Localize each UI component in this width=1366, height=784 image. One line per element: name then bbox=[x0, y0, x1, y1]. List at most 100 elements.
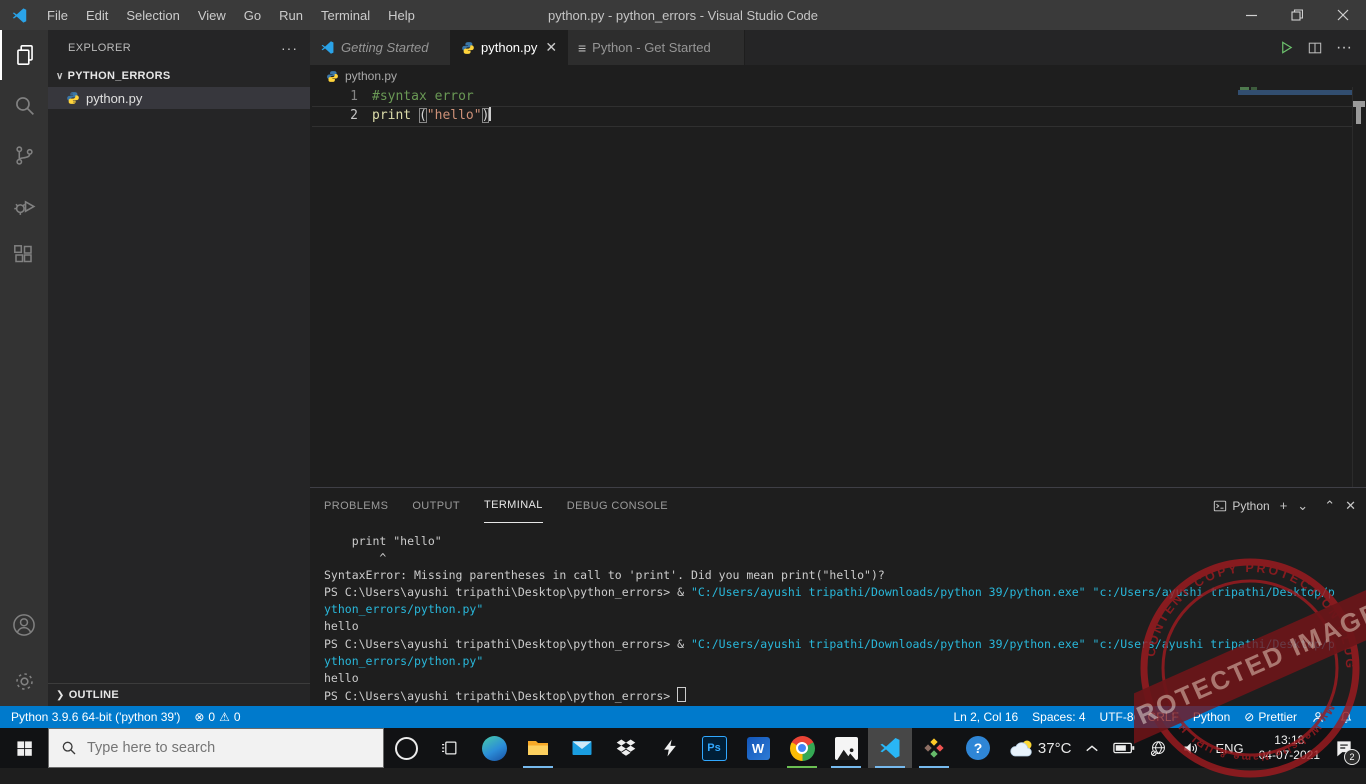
word-button[interactable]: W bbox=[736, 728, 780, 768]
search-icon bbox=[62, 741, 76, 755]
code-string: "hello" bbox=[426, 108, 482, 123]
vscode-logo-icon bbox=[880, 738, 900, 758]
notifications-bell-icon[interactable] bbox=[1332, 710, 1360, 724]
eol-status[interactable]: CRLF bbox=[1141, 710, 1186, 724]
menu-run[interactable]: Run bbox=[270, 8, 312, 23]
tab-python-py[interactable]: python.py ✕ bbox=[451, 30, 568, 65]
vscode-taskbar-button[interactable] bbox=[868, 728, 912, 768]
explorer-more-actions[interactable]: ··· bbox=[281, 40, 298, 56]
show-hidden-icons-chevron[interactable] bbox=[1078, 728, 1106, 768]
run-python-file-button[interactable] bbox=[1279, 40, 1294, 55]
more-actions-icon[interactable]: ··· bbox=[1336, 39, 1352, 57]
menu-bar: File Edit Selection View Go Run Terminal… bbox=[38, 8, 424, 23]
menu-help[interactable]: Help bbox=[379, 8, 424, 23]
code-line-1: 1 #syntax error bbox=[310, 87, 1366, 106]
explorer-icon[interactable] bbox=[0, 30, 48, 80]
cortana-icon bbox=[394, 736, 418, 760]
weather-widget[interactable]: 37°C bbox=[1001, 728, 1079, 768]
explorer-sidebar: EXPLORER ··· ∨ PYTHON_ERRORS python.py ❯… bbox=[48, 30, 310, 706]
close-tab-icon[interactable]: ✕ bbox=[545, 39, 557, 56]
photoshop-icon: Ps bbox=[701, 735, 727, 761]
problems-status[interactable]: ⊗ 0 ⚠ 0 bbox=[187, 710, 247, 724]
cloud-icon bbox=[1010, 740, 1032, 757]
code-editor[interactable]: 1 #syntax error 2 print ("hello") bbox=[310, 87, 1366, 487]
open-paren: ( bbox=[418, 108, 427, 123]
terminal-line: ython_errors/python.py" bbox=[324, 653, 484, 668]
terminal-icon bbox=[1214, 500, 1227, 511]
menu-go[interactable]: Go bbox=[235, 8, 270, 23]
terminal-line: PS C:\Users\ayushi tripathi\Desktop\pyth… bbox=[324, 686, 1362, 704]
taskbar-search-box[interactable] bbox=[48, 728, 384, 768]
run-debug-icon[interactable] bbox=[0, 180, 48, 230]
restore-button[interactable] bbox=[1274, 0, 1320, 30]
network-globe-icon[interactable] bbox=[1142, 728, 1175, 768]
volume-icon[interactable] bbox=[1175, 728, 1208, 768]
menu-file[interactable]: File bbox=[38, 8, 77, 23]
close-window-button[interactable] bbox=[1320, 0, 1366, 30]
cursor-position-status[interactable]: Ln 2, Col 16 bbox=[946, 710, 1025, 724]
folder-row-python-errors[interactable]: ∨ PYTHON_ERRORS bbox=[48, 65, 310, 87]
photos-button[interactable] bbox=[824, 728, 868, 768]
breadcrumb[interactable]: python.py bbox=[310, 65, 1366, 87]
photoshop-button[interactable]: Ps bbox=[692, 728, 736, 768]
file-explorer-button[interactable] bbox=[516, 728, 560, 768]
tab-output[interactable]: OUTPUT bbox=[412, 488, 460, 523]
dropbox-button[interactable] bbox=[604, 728, 648, 768]
time: 13:18 bbox=[1274, 733, 1305, 747]
line-number: 1 bbox=[350, 89, 358, 104]
extensions-icon[interactable] bbox=[0, 230, 48, 280]
search-input[interactable] bbox=[85, 739, 339, 757]
file-row-python-py[interactable]: python.py bbox=[48, 87, 310, 109]
tab-terminal[interactable]: TERMINAL bbox=[483, 488, 543, 523]
settings-gear-icon[interactable] bbox=[0, 656, 48, 706]
language-indicator[interactable]: ENG bbox=[1208, 728, 1250, 768]
close-panel-icon[interactable]: ✕ bbox=[1345, 498, 1356, 514]
encoding-status[interactable]: UTF-8 bbox=[1093, 710, 1141, 724]
cortana-button[interactable] bbox=[384, 728, 428, 768]
tab-problems[interactable]: PROBLEMS bbox=[324, 488, 388, 523]
search-icon[interactable] bbox=[0, 80, 48, 130]
tab-debug-console[interactable]: DEBUG CONSOLE bbox=[567, 488, 668, 523]
minimap-current-line[interactable] bbox=[1238, 90, 1352, 95]
menu-selection[interactable]: Selection bbox=[117, 8, 188, 23]
clock[interactable]: 13:18 04-07-2021 bbox=[1251, 733, 1328, 763]
vscode-logo-icon bbox=[320, 40, 335, 55]
code-comment: #syntax error bbox=[372, 89, 474, 104]
color-suite-button[interactable] bbox=[912, 728, 956, 768]
tab-python-get-started[interactable]: ≡ Python - Get Started bbox=[568, 30, 745, 65]
editor-tab-bar: Getting Started python.py ✕ ≡ Python - G… bbox=[310, 30, 1366, 65]
terminal-content[interactable]: print "hello" ^ SyntaxError: Missing pare… bbox=[324, 533, 1362, 706]
accounts-icon[interactable] bbox=[0, 600, 48, 650]
help-button[interactable]: ? bbox=[956, 728, 1000, 768]
mail-button[interactable] bbox=[560, 728, 604, 768]
menu-edit[interactable]: Edit bbox=[77, 8, 117, 23]
prettier-status[interactable]: ⊘ Prettier bbox=[1237, 710, 1304, 724]
maximize-panel-icon[interactable]: ⌃ bbox=[1324, 498, 1335, 514]
bottom-panel: PROBLEMS OUTPUT TERMINAL DEBUG CONSOLE P… bbox=[310, 487, 1366, 706]
edge-button[interactable] bbox=[472, 728, 516, 768]
split-editor-icon[interactable] bbox=[1308, 41, 1322, 55]
tab-getting-started[interactable]: Getting Started bbox=[310, 30, 451, 65]
chevron-right-icon: ❯ bbox=[56, 689, 65, 701]
lightning-app-button[interactable] bbox=[648, 728, 692, 768]
sidebar-title: EXPLORER bbox=[68, 41, 132, 54]
chevron-down-icon[interactable]: ⌄ bbox=[1297, 498, 1308, 514]
new-terminal-button[interactable]: + bbox=[1280, 498, 1288, 513]
python-interpreter-status[interactable]: Python 3.9.6 64-bit ('python 39') bbox=[4, 710, 187, 724]
terminal-shell-selector[interactable]: Python bbox=[1213, 499, 1270, 513]
indentation-status[interactable]: Spaces: 4 bbox=[1025, 710, 1092, 724]
outline-section-header[interactable]: ❯ OUTLINE bbox=[48, 683, 310, 706]
start-button[interactable] bbox=[0, 728, 48, 768]
task-view-button[interactable] bbox=[428, 728, 472, 768]
chrome-button[interactable] bbox=[780, 728, 824, 768]
scrollbar-thumb[interactable] bbox=[1356, 107, 1361, 124]
language-mode-status[interactable]: Python bbox=[1186, 710, 1237, 724]
battery-icon[interactable] bbox=[1106, 728, 1142, 768]
dropbox-icon bbox=[616, 739, 636, 756]
menu-view[interactable]: View bbox=[189, 8, 235, 23]
menu-terminal[interactable]: Terminal bbox=[312, 8, 379, 23]
minimize-button[interactable] bbox=[1228, 0, 1274, 30]
feedback-icon[interactable] bbox=[1304, 710, 1332, 724]
action-center-button[interactable]: 2 bbox=[1328, 728, 1366, 768]
source-control-icon[interactable] bbox=[0, 130, 48, 180]
